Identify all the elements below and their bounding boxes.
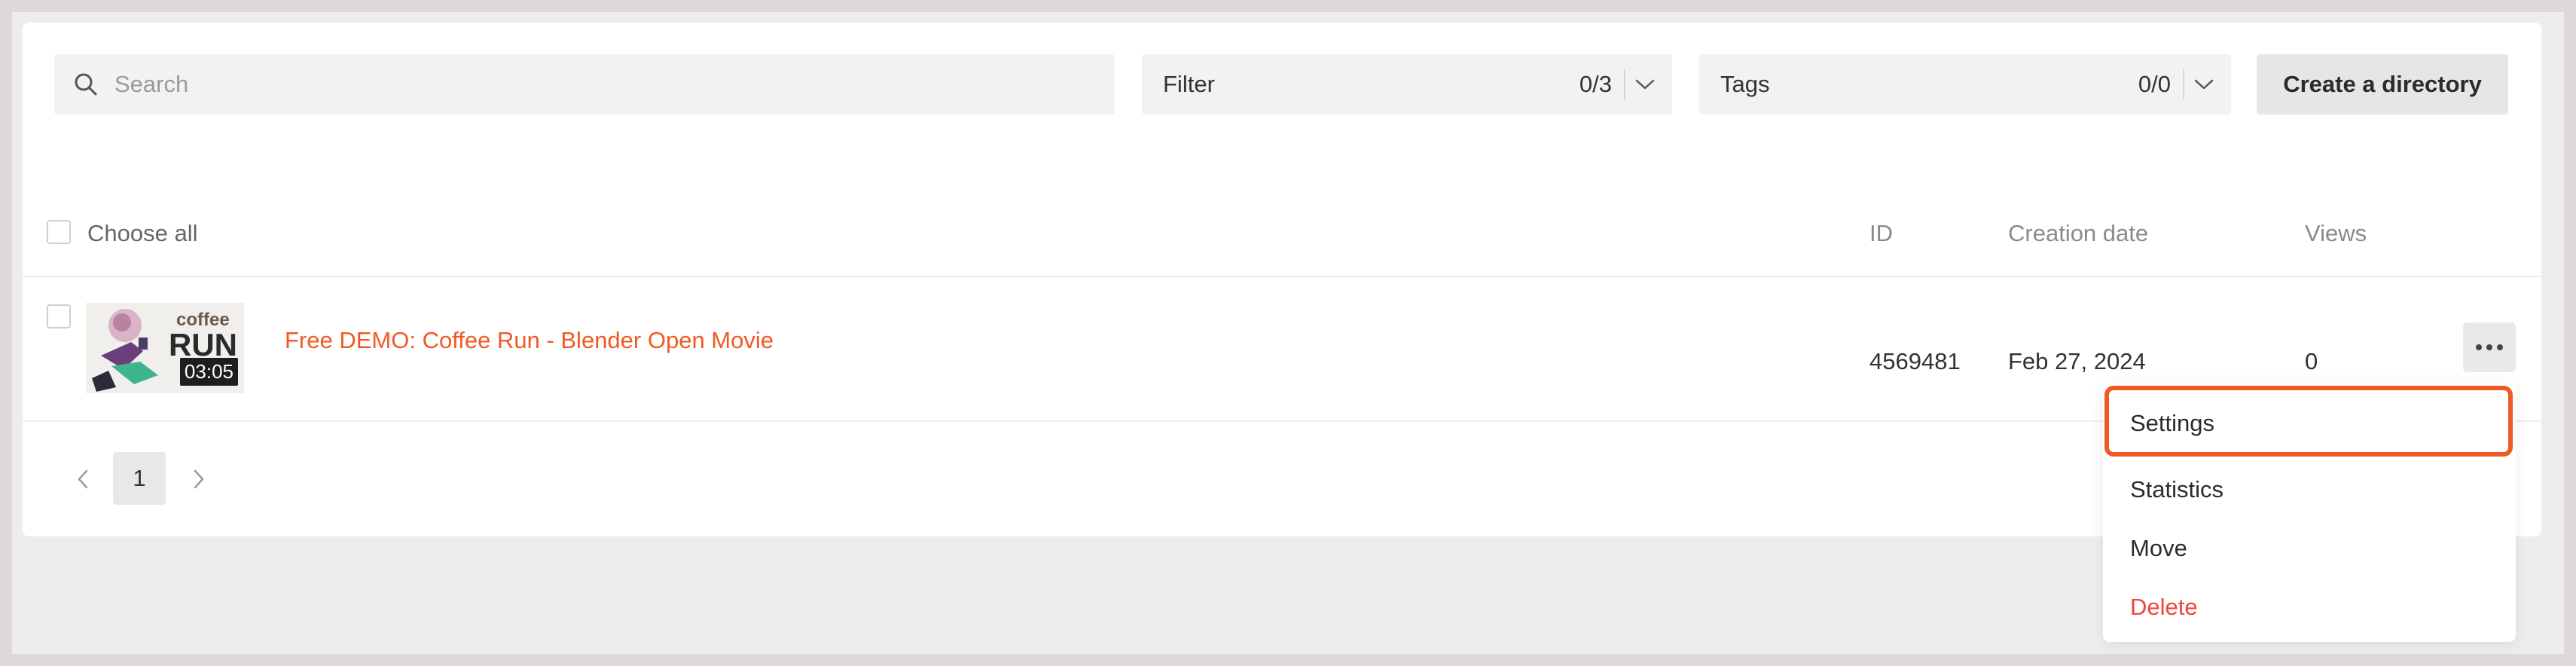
tags-label: Tags <box>1720 71 1770 97</box>
video-thumbnail[interactable]: coffee RUN 03:05 <box>86 303 244 393</box>
column-header-creation-date[interactable]: Creation date <box>2008 220 2148 247</box>
video-id: 4569481 <box>1869 348 1961 374</box>
tags-count: 0/0 <box>2138 71 2171 97</box>
video-duration: 03:05 <box>179 358 238 386</box>
menu-item-delete[interactable]: Delete <box>2130 594 2198 621</box>
search-icon <box>71 69 101 99</box>
row-checkbox[interactable] <box>47 304 71 328</box>
more-horizontal-icon <box>2476 344 2503 350</box>
menu-item-move[interactable]: Move <box>2130 535 2187 562</box>
choose-all-label[interactable]: Choose all <box>87 220 197 247</box>
video-views: 0 <box>2305 348 2318 374</box>
filter-label: Filter <box>1163 71 1215 97</box>
tags-select[interactable]: Tags 0/0 <box>1699 54 2231 115</box>
filter-select[interactable]: Filter 0/3 <box>1142 54 1672 115</box>
menu-item-settings-highlighted[interactable]: Settings <box>2104 386 2513 457</box>
chevron-right-icon[interactable] <box>184 464 214 494</box>
table-header: Choose all ID Creation date Views <box>23 203 2541 277</box>
page-number-current[interactable]: 1 <box>113 452 166 505</box>
pagination: 1 <box>23 420 475 536</box>
create-directory-button[interactable]: Create a directory <box>2257 54 2508 115</box>
column-header-views[interactable]: Views <box>2305 220 2367 247</box>
menu-item-settings[interactable]: Settings <box>2130 410 2214 437</box>
filter-divider <box>1624 69 1625 99</box>
video-title-link[interactable]: Free DEMO: Coffee Run - Blender Open Mov… <box>285 327 774 354</box>
choose-all-checkbox[interactable] <box>47 220 71 244</box>
video-creation-date: Feb 27, 2024 <box>2008 348 2146 374</box>
tags-divider <box>2183 69 2184 99</box>
chevron-left-icon[interactable] <box>68 464 98 494</box>
filter-count: 0/3 <box>1579 71 1612 97</box>
menu-item-statistics[interactable]: Statistics <box>2130 476 2223 503</box>
search-input[interactable] <box>113 70 1080 99</box>
chevron-down-icon[interactable] <box>2192 72 2216 96</box>
search-box[interactable] <box>54 54 1115 115</box>
more-actions-button[interactable] <box>2463 322 2516 372</box>
column-header-id: ID <box>1869 220 1893 246</box>
chevron-down-icon[interactable] <box>1633 72 1657 96</box>
thumbnail-title-bottom: RUN <box>169 327 237 362</box>
